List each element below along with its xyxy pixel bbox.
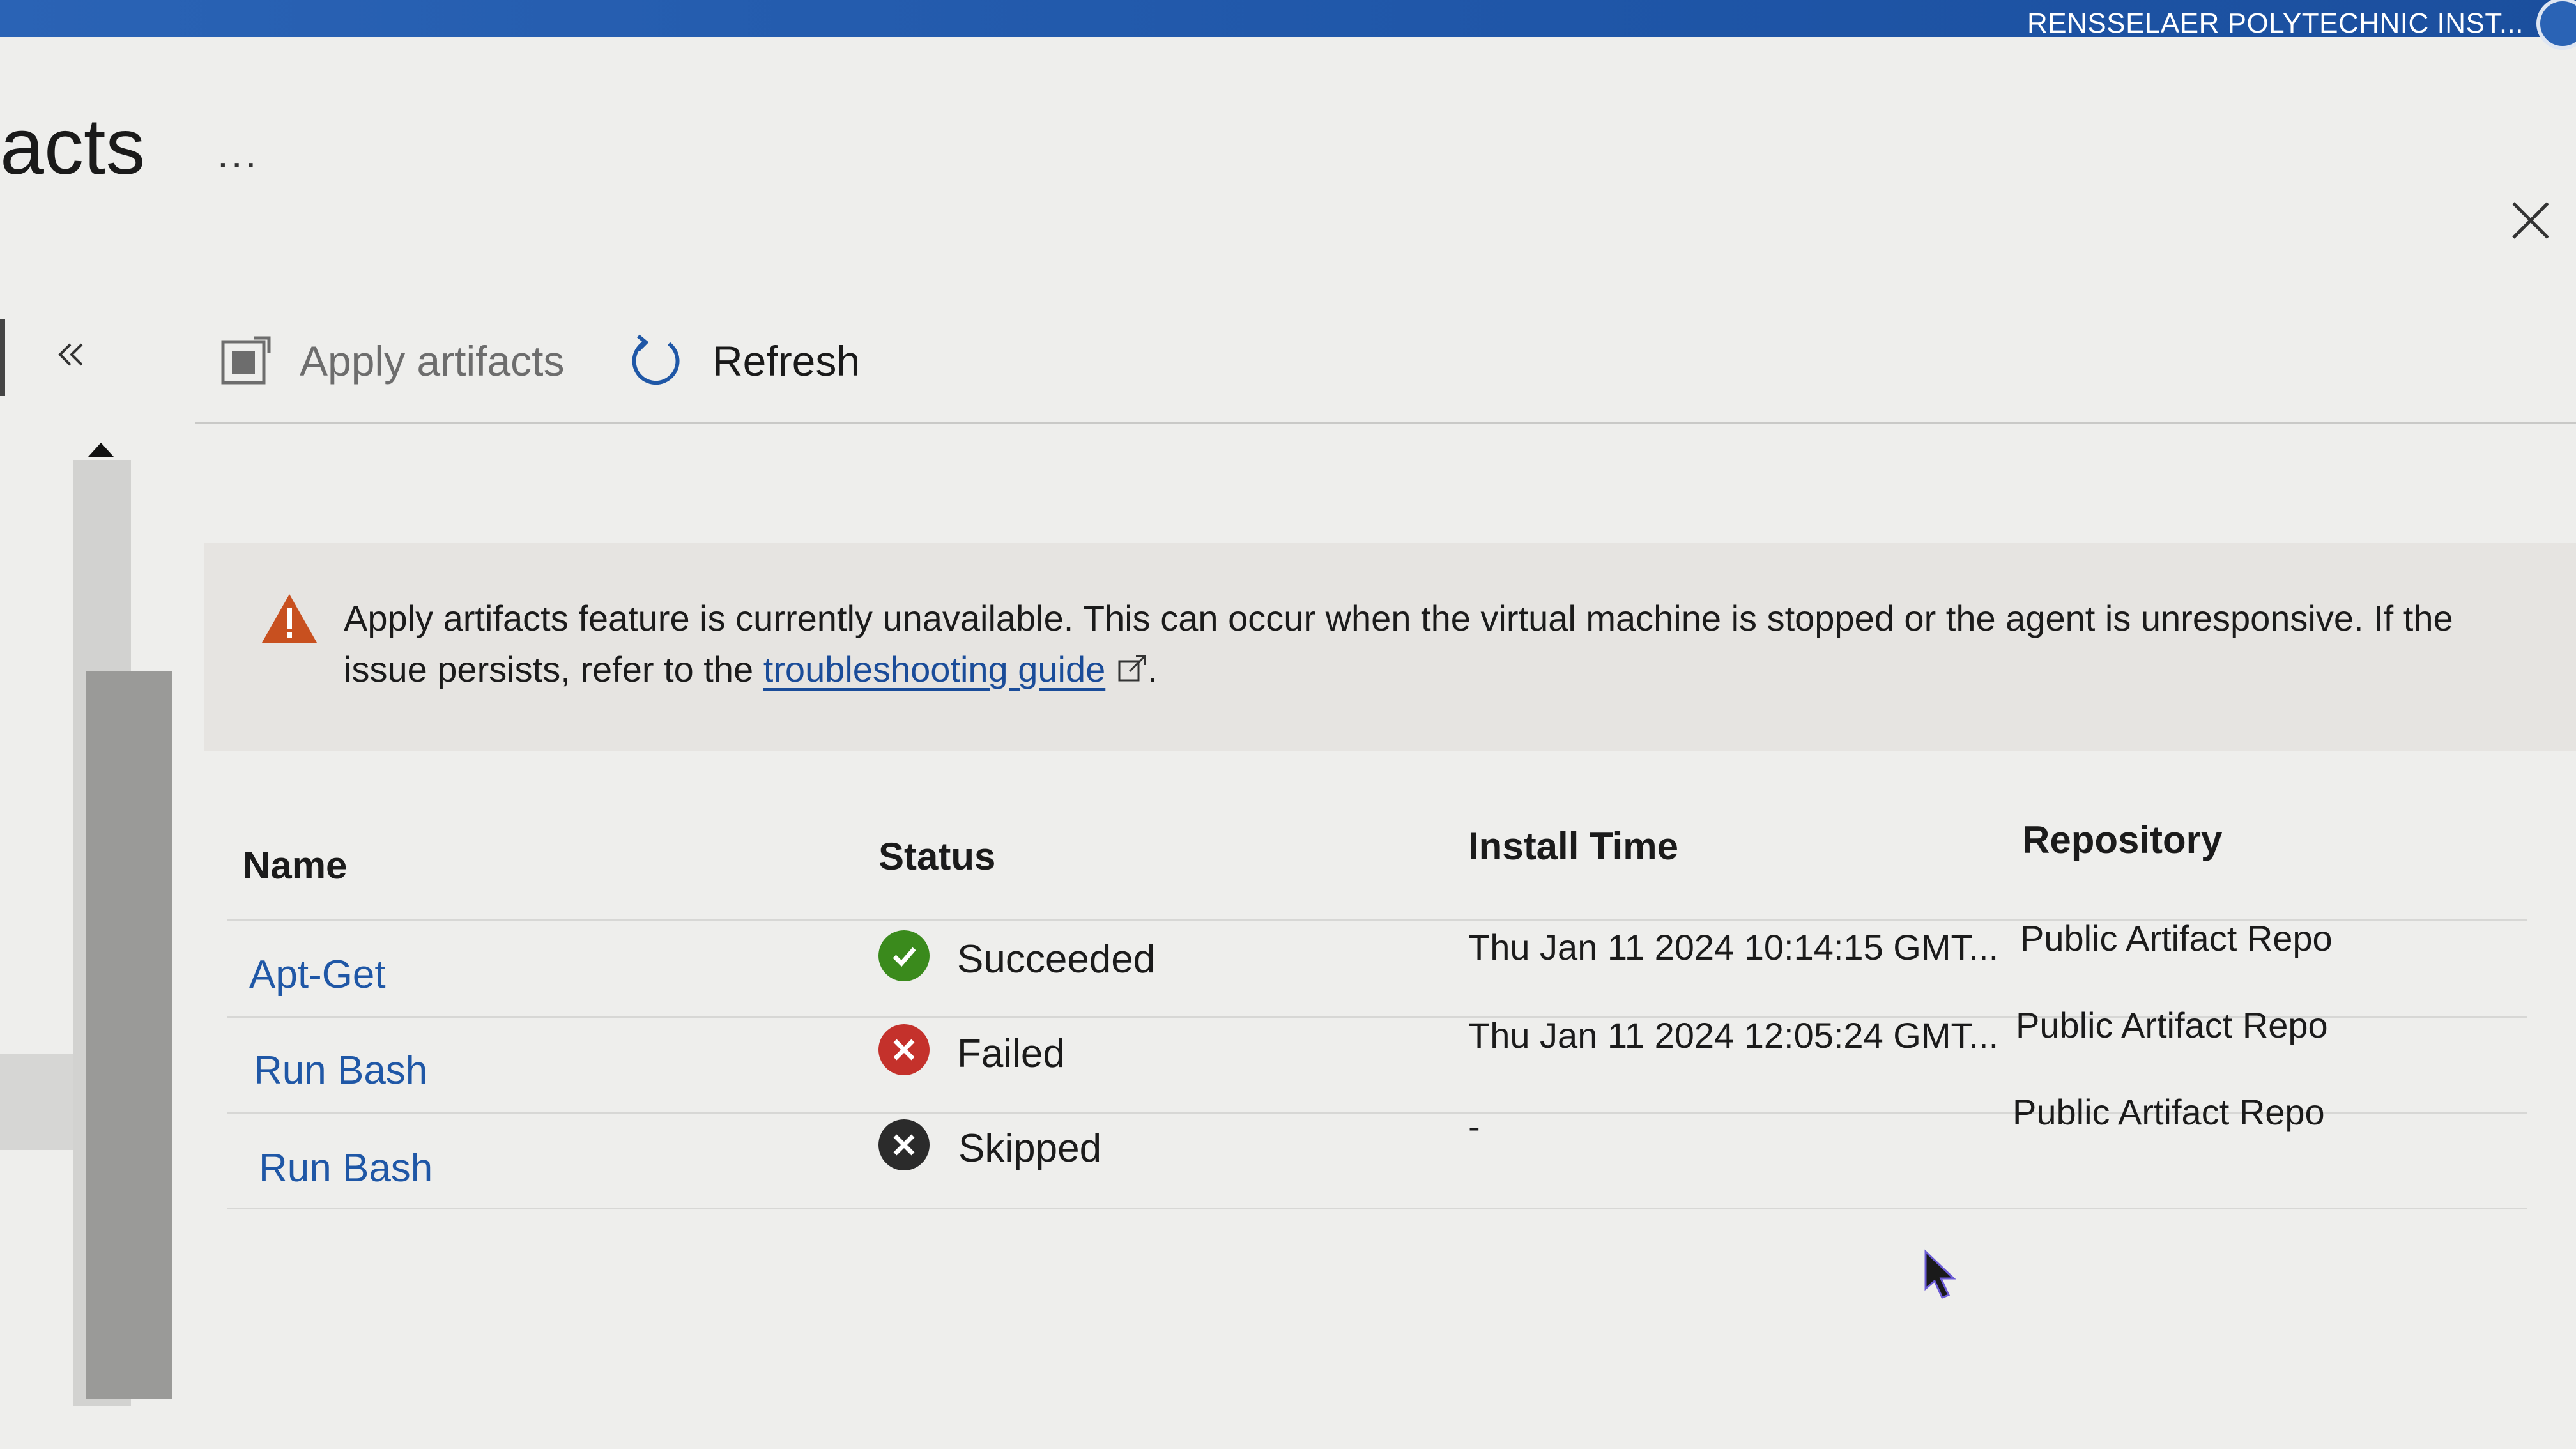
repository: Public Artifact Repo	[2016, 1005, 2328, 1045]
column-header-install-time[interactable]: Install Time	[1468, 824, 1678, 868]
warning-icon	[262, 594, 317, 643]
troubleshooting-guide-link[interactable]: troubleshooting guide	[763, 649, 1106, 689]
skipped-icon	[878, 1119, 930, 1170]
repository: Public Artifact Repo	[2012, 1092, 2325, 1132]
refresh-icon	[632, 334, 680, 385]
column-header-name[interactable]: Name	[243, 843, 347, 887]
scrollbar-thumb[interactable]	[86, 671, 172, 1399]
page-title: acts	[0, 103, 146, 191]
status-text: Skipped	[958, 1126, 1102, 1170]
install-time: Thu Jan 11 2024 10:14:15 GMT...	[1468, 927, 1999, 967]
external-link-icon[interactable]	[1117, 654, 1147, 684]
success-icon	[878, 930, 930, 981]
repository: Public Artifact Repo	[2020, 918, 2333, 958]
banner-text-main: Apply artifacts feature is currently una…	[344, 598, 2453, 689]
scroll-up-arrow-icon[interactable]	[88, 443, 114, 457]
top-bar: RENSSELAER POLYTECHNIC INST...	[0, 0, 2576, 50]
install-time: -	[1468, 1106, 1480, 1146]
banner-text-end: .	[1147, 649, 1158, 689]
account-avatar[interactable]	[2536, 0, 2576, 50]
banner-message: Apply artifacts feature is currently una…	[344, 593, 2503, 695]
column-header-status[interactable]: Status	[878, 834, 995, 878]
close-icon[interactable]	[2511, 201, 2550, 240]
more-options-button[interactable]: ...	[217, 133, 259, 174]
install-time: Thu Jan 11 2024 12:05:24 GMT...	[1468, 1015, 1999, 1055]
apply-artifacts-icon	[221, 336, 271, 385]
artifact-name-link[interactable]: Run Bash	[259, 1146, 433, 1191]
status-text: Failed	[957, 1032, 1065, 1076]
nav-edge	[0, 319, 5, 396]
org-name[interactable]: RENSSELAER POLYTECHNIC INST...	[2027, 8, 2524, 40]
status-text: Succeeded	[957, 937, 1156, 981]
artifact-name-link[interactable]: Run Bash	[254, 1048, 427, 1093]
warning-banner: Apply artifacts feature is currently una…	[204, 543, 2576, 751]
apply-artifacts-button[interactable]: Apply artifacts	[220, 326, 565, 396]
error-icon	[878, 1024, 930, 1075]
artifact-name-link[interactable]: Apt-Get	[249, 952, 386, 997]
mouse-cursor-icon	[1924, 1249, 1956, 1299]
refresh-button[interactable]: Refresh	[629, 326, 860, 396]
row-divider	[227, 1208, 2527, 1209]
toolbar-divider	[195, 422, 2576, 424]
column-header-repository[interactable]: Repository	[2022, 818, 2222, 862]
refresh-label: Refresh	[712, 337, 861, 385]
apply-artifacts-label: Apply artifacts	[300, 337, 565, 385]
collapse-menu-icon[interactable]	[51, 335, 89, 374]
